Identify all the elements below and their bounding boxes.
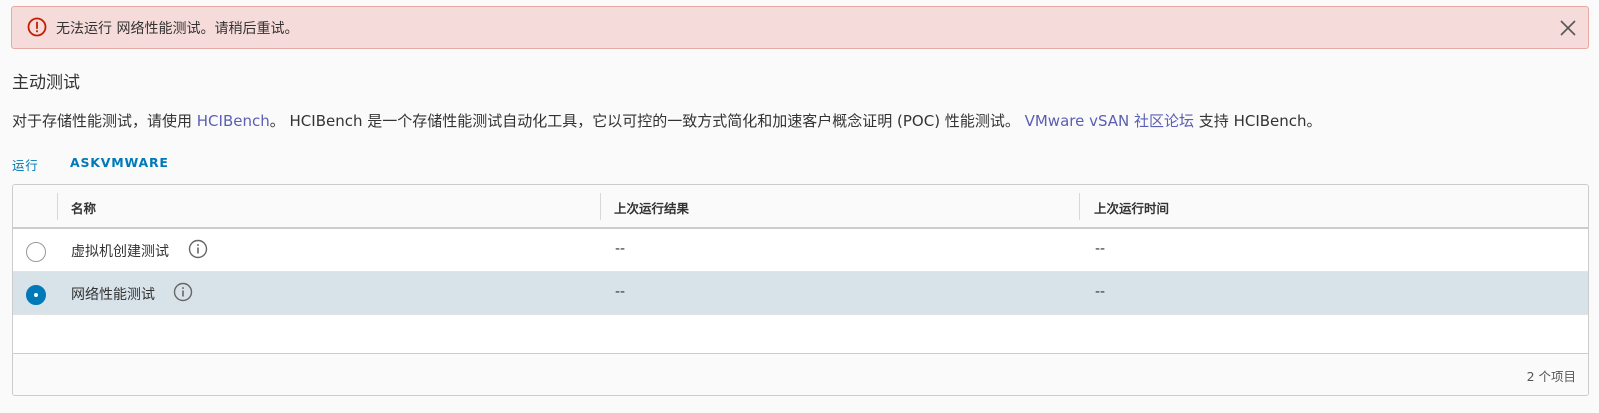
run-button[interactable]: 运行 <box>12 155 39 174</box>
item-count: 2 个项目 <box>1526 369 1576 384</box>
description-text-3: 支持 HCIBench。 <box>1194 112 1322 130</box>
section-title: 主动测试 <box>12 73 80 93</box>
alert-message: 无法运行 网络性能测试。请稍后重试。 <box>56 21 299 37</box>
description: 对于存储性能测试，请使用 HCIBench。 HCIBench 是一个存储性能测… <box>12 110 1322 131</box>
last-result: -- <box>615 284 626 300</box>
last-result: -- <box>615 241 626 257</box>
info-icon[interactable] <box>188 239 208 259</box>
column-header-last-time[interactable]: 上次运行时间 <box>1094 198 1169 217</box>
info-icon[interactable] <box>173 282 193 302</box>
column-header-last-result[interactable]: 上次运行结果 <box>614 198 689 217</box>
askvmware-button[interactable]: ASKVMWARE <box>70 155 169 170</box>
grid-footer: 2 个项目 <box>13 353 1588 395</box>
column-separator[interactable] <box>1079 193 1080 220</box>
close-icon[interactable] <box>1558 18 1578 38</box>
test-name: 网络性能测试 <box>71 287 155 303</box>
row-radio[interactable] <box>26 242 46 262</box>
test-name: 虚拟机创建测试 <box>71 244 169 260</box>
last-time: -- <box>1095 241 1106 257</box>
tests-datagrid: 名称 上次运行结果 上次运行时间 虚拟机创建测试 -- -- 网络性能测试 --… <box>12 184 1589 396</box>
column-separator[interactable] <box>57 193 58 220</box>
column-separator[interactable] <box>600 193 601 220</box>
table-row[interactable]: 虚拟机创建测试 -- -- <box>13 229 1588 272</box>
last-time: -- <box>1095 284 1106 300</box>
hcibench-link[interactable]: HCIBench <box>197 112 270 130</box>
description-text-2: 。 HCIBench 是一个存储性能测试自动化工具，它以可控的一致方式简化和加速… <box>269 112 1025 130</box>
row-radio-selected[interactable] <box>26 285 46 305</box>
column-header-name[interactable]: 名称 <box>71 198 96 217</box>
grid-header: 名称 上次运行结果 上次运行时间 <box>13 185 1588 229</box>
error-circle-icon <box>27 17 47 37</box>
description-text-1: 对于存储性能测试，请使用 <box>12 112 197 130</box>
vsan-community-link[interactable]: VMware vSAN 社区论坛 <box>1025 112 1194 130</box>
error-alert: 无法运行 网络性能测试。请稍后重试。 <box>11 6 1589 49</box>
table-row[interactable]: 网络性能测试 -- -- <box>13 272 1588 315</box>
